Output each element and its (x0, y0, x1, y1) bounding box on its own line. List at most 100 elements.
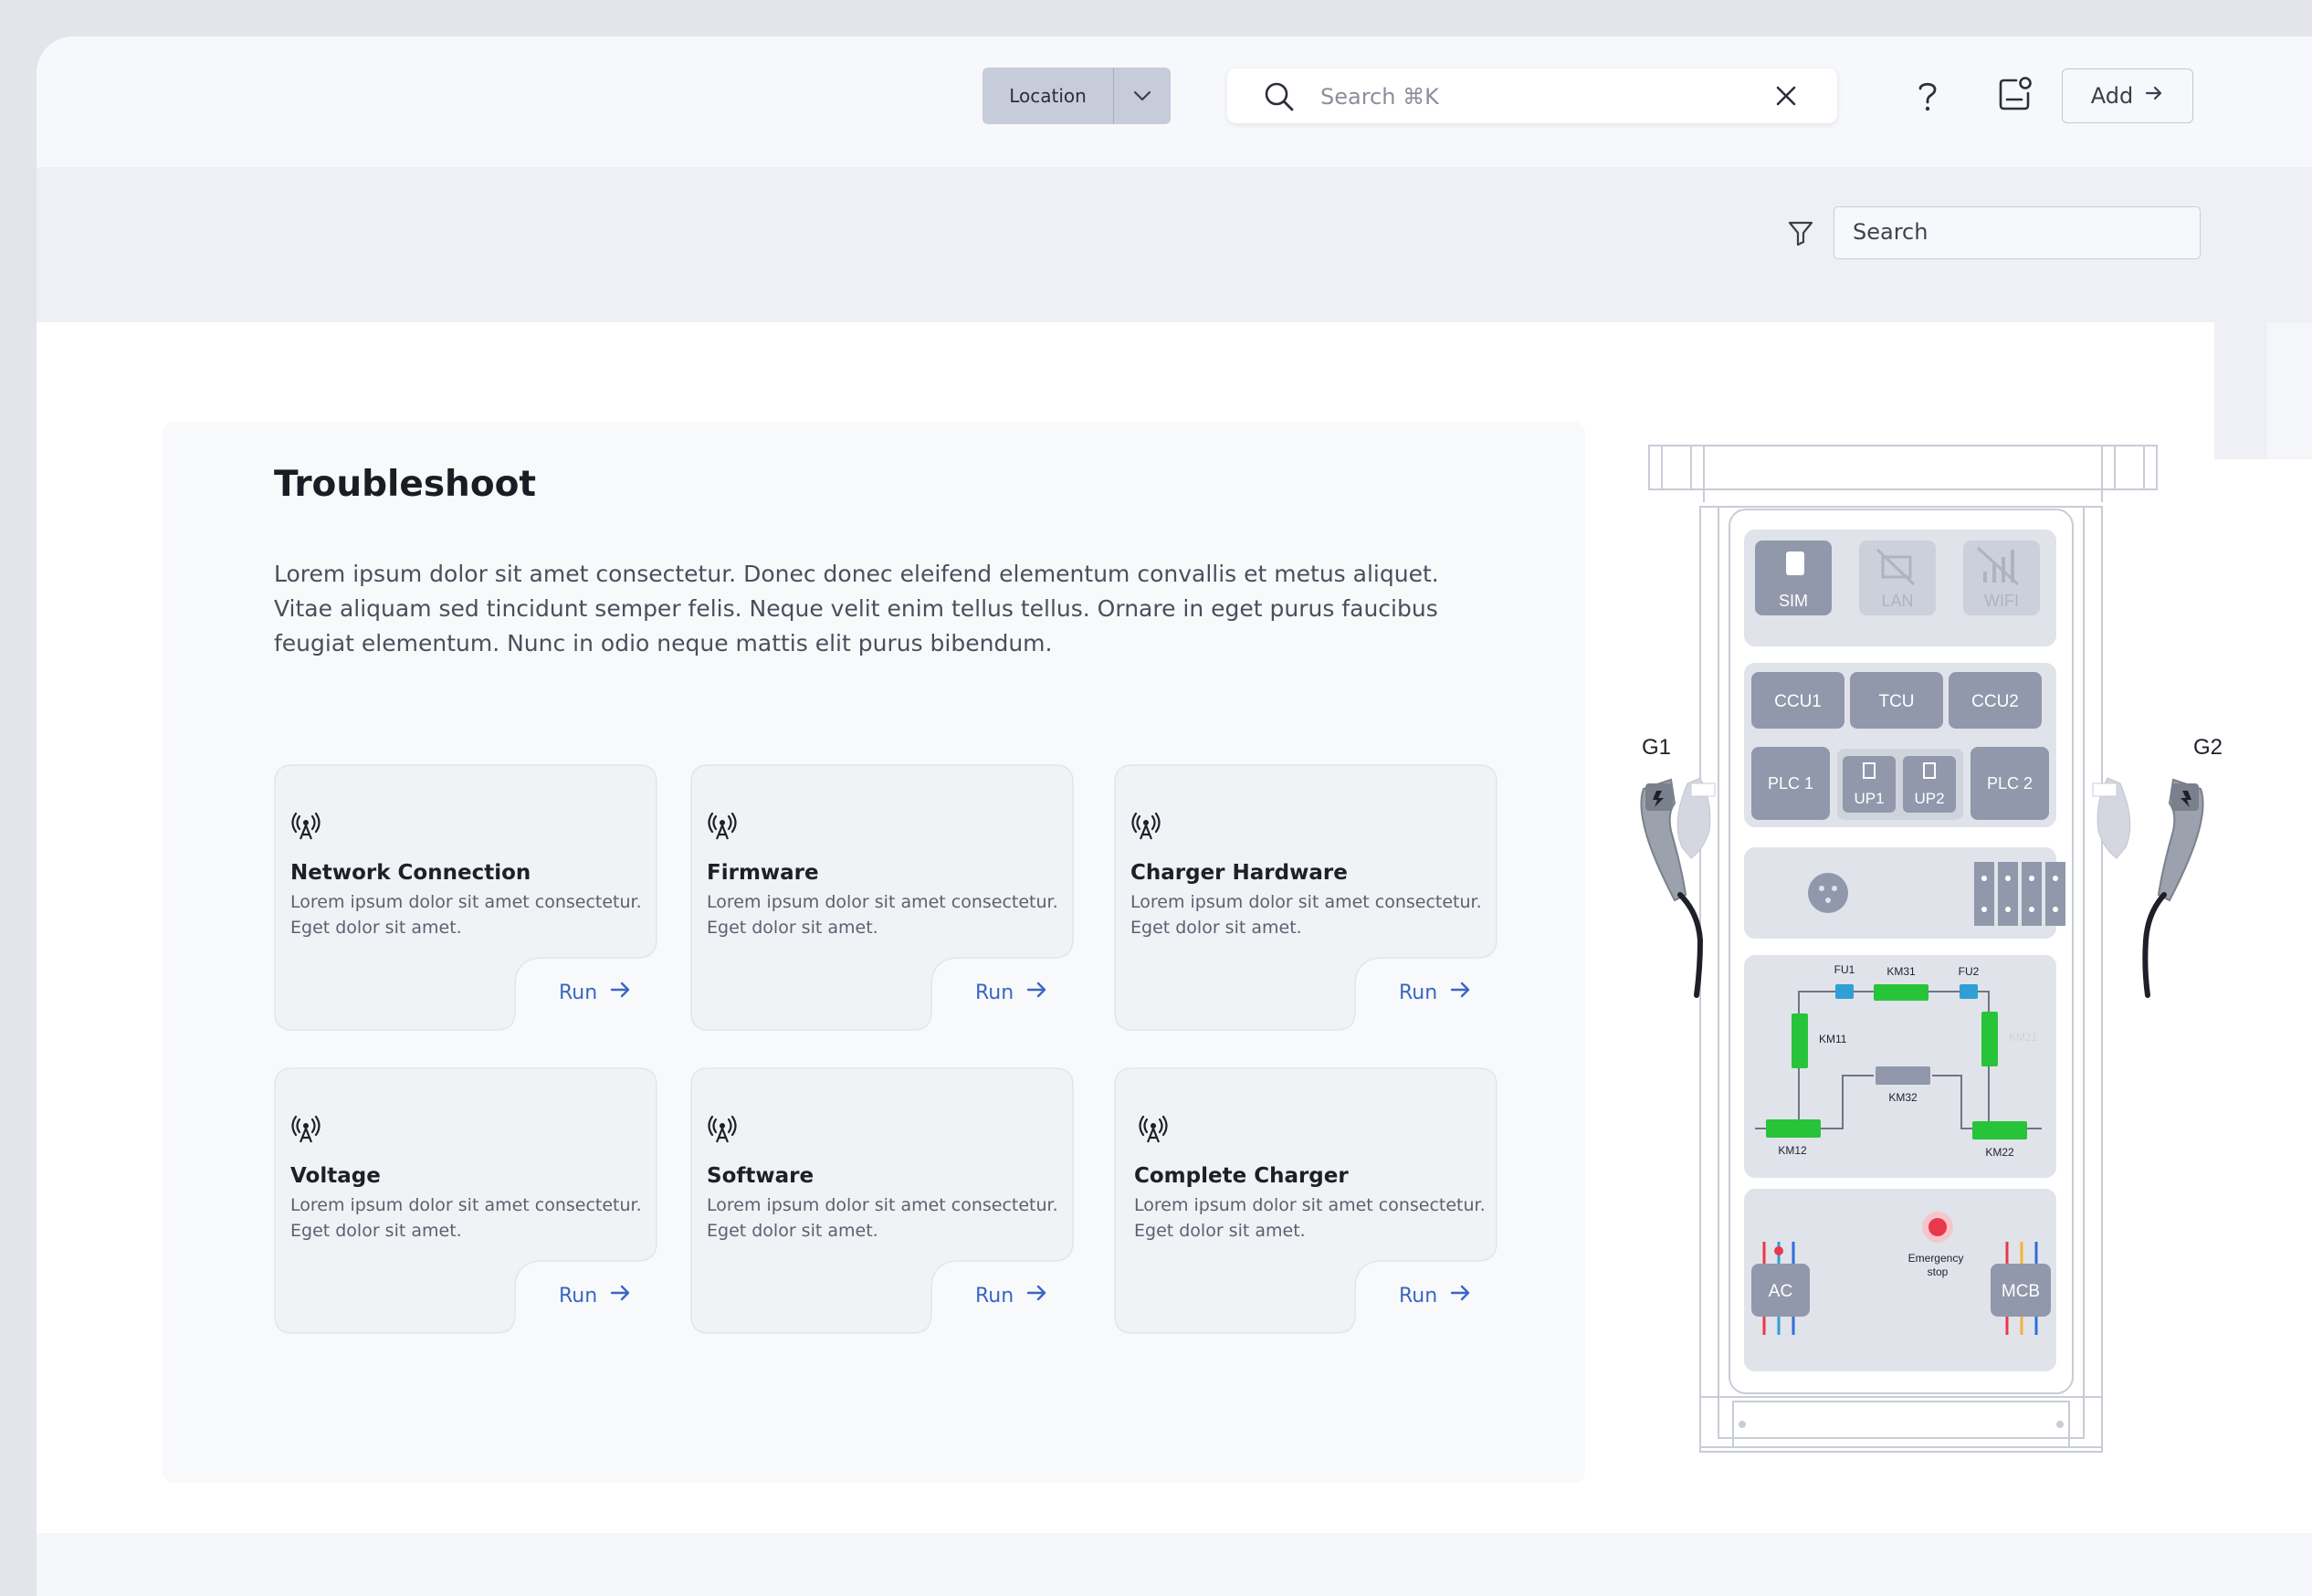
arrow-right-icon (2144, 83, 2164, 109)
antenna-icon (290, 1115, 321, 1148)
km21-contactor[interactable] (1981, 1012, 1998, 1066)
km31-label: KM31 (1886, 965, 1916, 978)
troubleshoot-card-software[interactable]: Software Lorem ipsum dolor sit amet cons… (690, 1067, 1074, 1334)
run-button[interactable]: Run (559, 980, 632, 1005)
app-frame: Location Add (37, 37, 2312, 1596)
filter-bar (37, 167, 2312, 322)
km22-contactor[interactable] (1972, 1121, 2027, 1139)
km21-label: KM21 (2009, 1031, 2038, 1044)
km32-label: KM32 (1888, 1091, 1918, 1104)
gun-g1-label: G1 (1642, 735, 1671, 760)
km22-label: KM22 (1985, 1146, 2014, 1159)
emergency-label-line2: stop (1928, 1265, 1949, 1278)
fu2-fuse[interactable] (1960, 984, 1978, 999)
arrow-right-icon (1026, 980, 1048, 1005)
socket-icon (1808, 873, 1848, 913)
card-title: Voltage (290, 1164, 381, 1188)
top-bar: Location Add (37, 37, 2312, 167)
mcb-label: MCB (2002, 1282, 2040, 1301)
emergency-label-line1: Emergency (1908, 1252, 1964, 1265)
arrow-right-icon (1450, 1283, 1472, 1308)
run-button[interactable]: Run (975, 1283, 1048, 1308)
antenna-icon (707, 812, 738, 845)
add-button[interactable]: Add (2062, 68, 2193, 123)
charging-gun-right[interactable] (2092, 777, 2204, 998)
card-description: Lorem ipsum dolor sit amet consectetur. … (707, 1195, 1058, 1241)
troubleshoot-card-charger-hardware[interactable]: Charger Hardware Lorem ipsum dolor sit a… (1114, 764, 1498, 1031)
notifications-icon[interactable] (1996, 75, 2034, 113)
antenna-icon (290, 812, 321, 845)
run-label: Run (975, 981, 1014, 1004)
page-description: Lorem ipsum dolor sit amet consectetur. … (274, 561, 1439, 656)
km12-label: KM12 (1778, 1144, 1807, 1157)
km31-contactor[interactable] (1874, 984, 1928, 1001)
troubleshoot-panel: Troubleshoot Lorem ipsum dolor sit amet … (163, 422, 1585, 1483)
global-search-input[interactable] (1319, 78, 1751, 116)
antenna-icon (1130, 812, 1161, 845)
km11-label: KM11 (1819, 1033, 1847, 1045)
troubleshoot-card-firmware[interactable]: Firmware Lorem ipsum dolor sit amet cons… (690, 764, 1074, 1031)
safety-panel: AC MCB Emergency stop (1744, 1189, 2056, 1371)
arrow-right-icon (1450, 980, 1472, 1005)
ac-label: AC (1769, 1282, 1792, 1301)
run-button[interactable]: Run (1399, 1283, 1472, 1308)
add-button-label: Add (2090, 83, 2134, 109)
card-title: Network Connection (290, 861, 531, 885)
troubleshoot-card-network[interactable]: Network Connection Lorem ipsum dolor sit… (274, 764, 657, 1031)
location-label: Location (1009, 85, 1087, 107)
list-search-input[interactable] (1834, 207, 2192, 257)
card-title: Firmware (707, 861, 819, 885)
card-description: Lorem ipsum dolor sit amet consectetur. … (707, 892, 1058, 938)
card-description: Lorem ipsum dolor sit amet consectetur. … (290, 892, 642, 938)
antenna-icon (707, 1115, 738, 1148)
antenna-icon (1138, 1115, 1169, 1148)
fu1-label: FU1 (1834, 963, 1855, 976)
global-search (1227, 68, 1837, 123)
fu1-fuse[interactable] (1835, 984, 1854, 999)
charger-diagram: SIM LAN WIFI CCU1 TCU CCU2 PLC 1 UP1 UP2… (1640, 445, 2223, 1453)
ccu2-label: CCU2 (1971, 692, 2019, 711)
troubleshoot-card-voltage[interactable]: Voltage Lorem ipsum dolor sit amet conse… (274, 1067, 657, 1334)
arrow-right-icon (610, 1283, 632, 1308)
fu2-label: FU2 (1959, 965, 1980, 978)
wifi-label: WIFI (1984, 592, 2019, 610)
lan-label: LAN (1881, 592, 1913, 610)
controllers-panel: CCU1 TCU CCU2 PLC 1 UP1 UP2 PLC 2 (1744, 663, 2056, 827)
up2-label: UP2 (1914, 790, 1944, 807)
card-title: Charger Hardware (1130, 861, 1348, 885)
up1-label: UP1 (1854, 790, 1884, 807)
power-panel (1744, 847, 2065, 939)
ccu1-label: CCU1 (1774, 692, 1822, 711)
card-description: Lorem ipsum dolor sit amet consectetur. … (1134, 1195, 1486, 1241)
run-button[interactable]: Run (559, 1283, 632, 1308)
connectivity-panel: SIM LAN WIFI (1744, 530, 2056, 646)
km12-contactor[interactable] (1766, 1119, 1821, 1138)
gun-g2-label: G2 (2193, 735, 2223, 760)
filter-icon[interactable] (1786, 218, 1815, 251)
km11-contactor[interactable] (1792, 1013, 1808, 1068)
sim-icon (1786, 551, 1804, 575)
arrow-right-icon (610, 980, 632, 1005)
run-label: Run (975, 1284, 1014, 1307)
troubleshoot-card-complete-charger[interactable]: Complete Charger Lorem ipsum dolor sit a… (1114, 1067, 1498, 1334)
run-button[interactable]: Run (1399, 980, 1472, 1005)
charging-gun-left[interactable] (1640, 777, 1716, 998)
km32-contactor[interactable] (1876, 1066, 1930, 1085)
run-label: Run (1399, 981, 1438, 1004)
close-icon[interactable] (1773, 83, 1799, 112)
card-title: Software (707, 1164, 814, 1188)
run-button[interactable]: Run (975, 980, 1048, 1005)
arrow-right-icon (1026, 1283, 1048, 1308)
run-label: Run (559, 981, 598, 1004)
plc1-label: PLC 1 (1768, 774, 1813, 793)
help-icon[interactable] (1908, 77, 1947, 115)
list-search (1834, 206, 2201, 259)
location-dropdown[interactable]: Location (983, 68, 1171, 124)
chevron-down-icon[interactable] (1114, 84, 1171, 108)
page-title: Troubleshoot (274, 464, 537, 505)
circuit-panel: FU1 KM31 FU2 KM11 KM21 KM32 KM12 KM22 (1744, 955, 2056, 1178)
card-description: Lorem ipsum dolor sit amet consectetur. … (290, 1195, 642, 1241)
charger-roof (1648, 445, 2158, 502)
card-title: Complete Charger (1134, 1164, 1349, 1188)
sim-label: SIM (1779, 592, 1808, 610)
